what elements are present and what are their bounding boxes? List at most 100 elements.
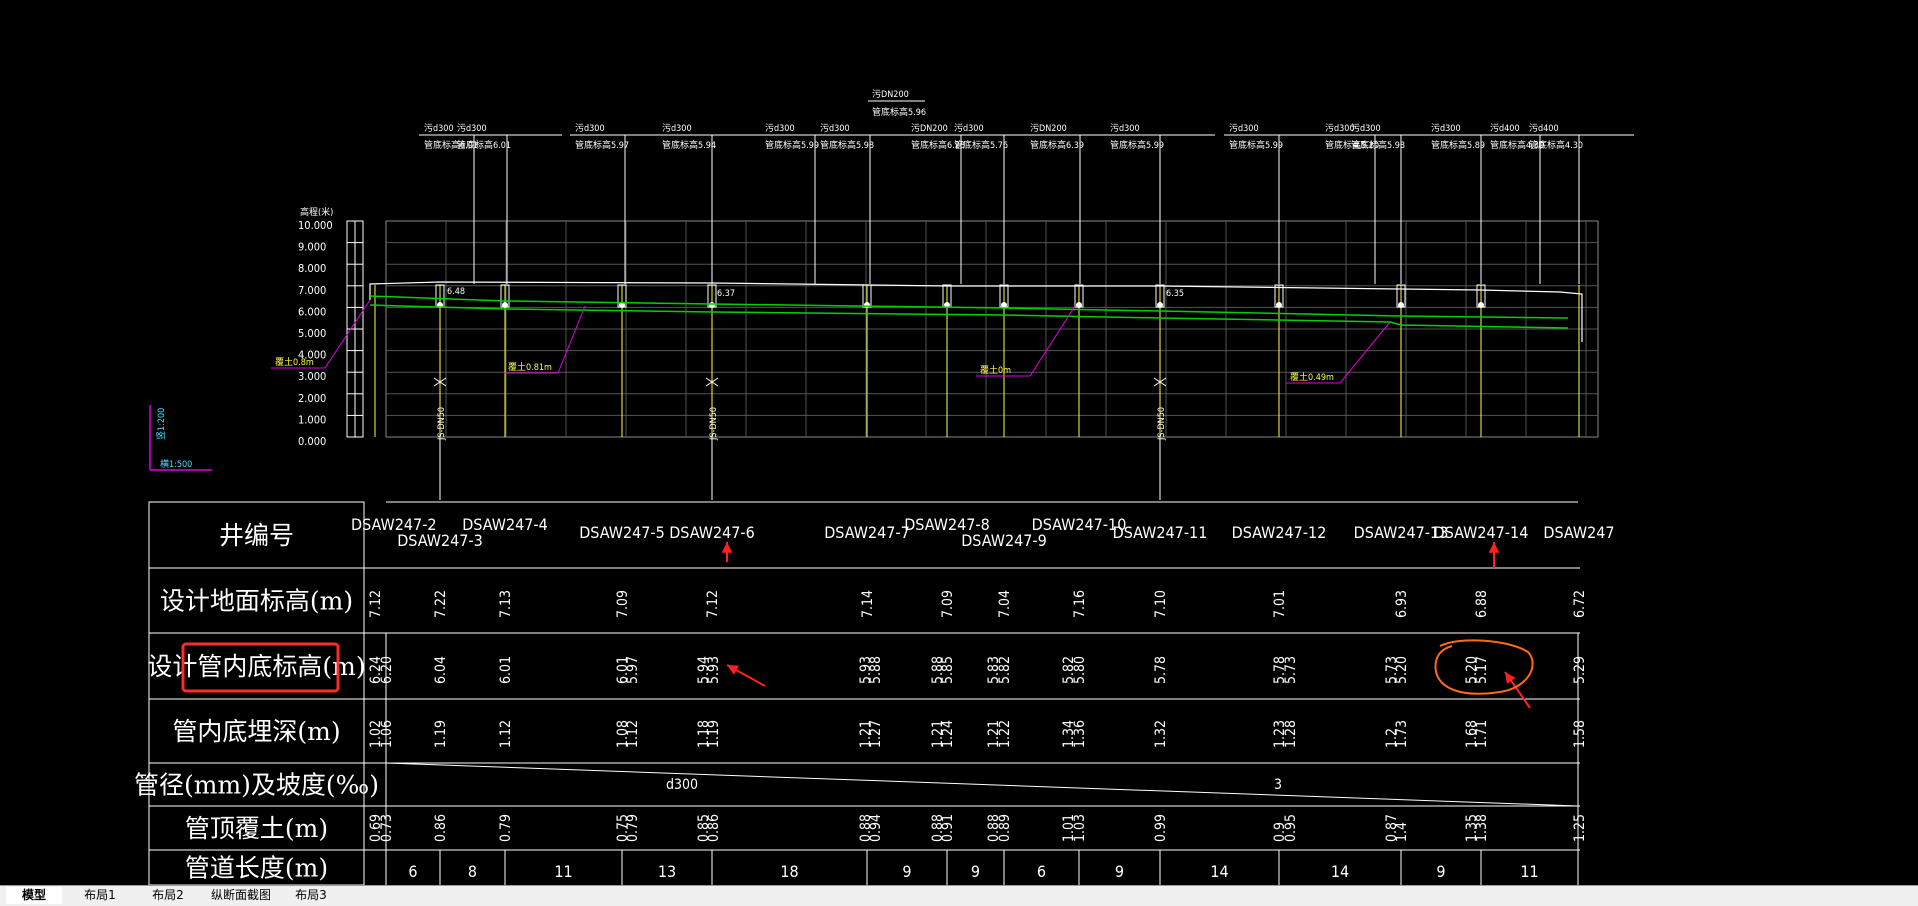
cover-value: 0.86 [706,814,722,842]
cover-value: 0.95 [1283,814,1299,842]
ruler-cell [346,306,356,330]
elevation-tick-label: 3.000 [298,370,326,383]
layout-tab-4[interactable]: 布局3 [282,887,340,904]
annotation-arrow-head [1488,542,1500,553]
layout-tab-1[interactable]: 布局1 [68,887,132,904]
well-id: DSAW247-4 [462,515,548,534]
invert-elev-value: 5.17 [1474,656,1490,684]
pipe-length-value: 13 [658,862,676,881]
invert-depth-value: 1.73 [1394,720,1410,748]
invert-elev-value: 5.78 [1153,656,1169,684]
callout-spec: 污d300 [1431,122,1461,134]
pipe-length-value: 14 [1210,862,1228,881]
cover-value: 1.4 [1394,822,1410,842]
annotation-arrow-head [721,542,733,553]
invert-depth-value: 1.12 [498,720,514,748]
invert-elev-value: 6.04 [433,656,449,684]
callout-invert: 管底标高5.94 [662,139,716,151]
invert-elev-value: 5.73 [1283,656,1299,684]
pipe-profile [369,295,1569,329]
pipe-length-value: 11 [554,862,572,881]
invert-depth-value: 1.36 [1072,720,1088,748]
callout-spec: 污d300 [457,122,487,134]
manhole-invert-dot [709,302,715,308]
well-id: DSAW247-12 [1232,523,1327,542]
pipe-length-value: 6 [1037,862,1046,881]
ground-elev-value: 7.01 [1272,590,1288,618]
cover-value: 0.73 [379,814,395,842]
table-row-label: 设计地面标高(m) [160,587,353,616]
cover-value: 1.38 [1474,814,1490,842]
callout-invert: 管底标高4.30 [1529,139,1583,151]
manhole-marks: 6.48 6.37 6.35 [447,287,1184,299]
water-pipe-label: JS-DN50 [437,407,447,441]
callout-invert: 管底标高5.99 [765,139,819,151]
table-row-label: 管顶覆土(m) [185,814,328,843]
elevation-tick-label: 1.000 [298,413,326,426]
scale-h-label: 横1:500 [160,458,192,470]
callout-spec: 污d300 [662,122,692,134]
callout-spec: 污d300 [954,122,984,134]
profile-drawing: 10.0009.0008.0007.0006.0005.0004.0003.00… [134,88,1634,885]
table-row-label: 管内底埋深(m) [172,717,340,746]
cover-note-text: 覆土0.8m [275,356,314,368]
ground-elev-value: 7.14 [860,590,876,618]
ruler-cell [346,393,356,416]
slope-diagonal [385,762,1579,807]
callout-spec: 污d300 [424,122,454,134]
scale-v-label: 竖1:200 [156,408,167,440]
manhole-invert-dot [1276,302,1282,308]
invert-depth-value: 1.27 [868,720,884,748]
layout-tab-2[interactable]: 布局2 [137,887,199,904]
callout-invert: 管底标高6.39 [1030,139,1084,151]
invert-elev-value: 6.01 [498,656,514,684]
invert-elev-value: 6.20 [379,656,395,684]
ground-elev-value: 7.09 [940,590,956,618]
ground-elev-value: 7.22 [433,590,449,618]
invert-depth-value: 1.22 [997,720,1013,748]
invert-depth-value: 1.19 [706,720,722,748]
ground-elev-value: 7.09 [615,590,631,618]
invert-elev-value: 5.85 [940,656,956,684]
invert-depth-value: 1.28 [1283,720,1299,748]
cover-value: 0.89 [997,814,1013,842]
pipe-length-value: 14 [1331,862,1349,881]
water-pipe-label: JS-DN50 [1157,407,1167,441]
pipe-callouts: 污d300管底标高6.01污d300管底标高6.01污d300管底标高5.97污… [419,88,1634,284]
cover-value: 0.94 [868,814,884,842]
ground-elev-value: 6.93 [1394,590,1410,618]
ruler-cell [354,285,364,308]
layout-tab-3[interactable]: 纵断面截图 [204,887,278,904]
manhole-invert-dot [1398,302,1404,308]
water-pipe-label: JS-DN50 [709,407,719,441]
layout-tab-label: 布局3 [295,888,327,902]
layout-tab-0[interactable]: 模型 [6,887,62,904]
elevation-tick-label: 5.000 [298,327,326,340]
cover-note-text: 覆土0.81m [508,361,552,373]
manhole-mark-label: 6.48 [447,287,465,297]
manhole-mark-label: 6.37 [717,289,735,299]
water-pipe-crossings: JS-DN50 JS-DN50 JS-DN50 [433,377,1167,441]
cover-value: 1.03 [1072,814,1088,842]
manhole-invert-dot [502,302,508,308]
ground-elev-value: 7.04 [997,590,1013,618]
cover-value: 0.79 [625,814,641,842]
elevation-tick-label: 7.000 [298,284,326,297]
manhole-invert-dot [1076,302,1082,308]
ruler-cell [354,328,364,352]
invert-depth-value: 1.32 [1153,720,1169,748]
pipe-length-value: 9 [971,862,980,881]
table-row-label: 井编号 [219,521,294,550]
invert-elev-value: 5.80 [1072,656,1088,684]
pipe-slope: 3 [1274,777,1282,793]
layout-tab-bar: 模型 布局1 布局2 纵断面截图 布局3 [0,885,1918,906]
well-vertical-lines [374,285,1580,500]
callout-invert: 管底标高5.99 [1110,139,1164,151]
elevation-tick-label: 6.000 [298,305,326,318]
cover-value: 0.79 [498,814,514,842]
cad-model-canvas[interactable]: 10.000 9.000 8.000 7.000 6.000 5.000 4.000 3.00… [0,0,1918,885]
ground-profile [369,281,1583,342]
ruler-cell [346,220,356,244]
elevation-tick-label: 10.000 [298,219,333,232]
elevation-axis-title: 高程(米) [300,206,333,218]
